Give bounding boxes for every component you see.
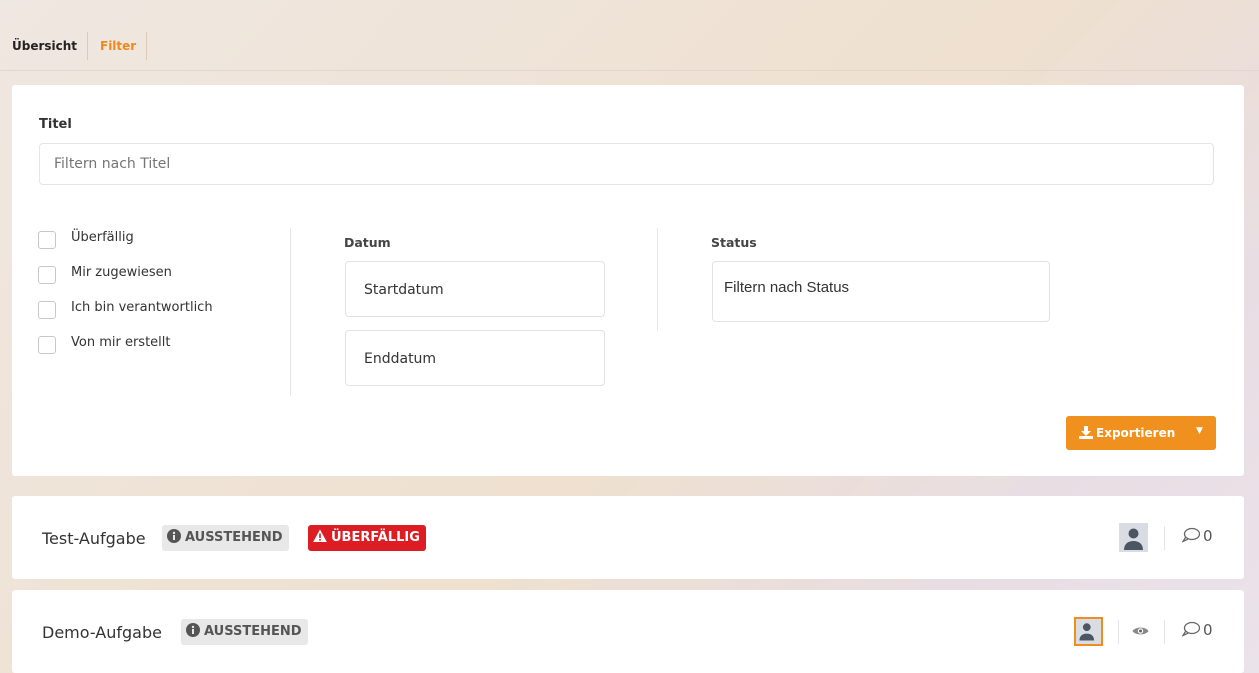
avatar[interactable] <box>1074 617 1103 646</box>
info-icon <box>186 623 200 637</box>
start-date-placeholder: Startdatum <box>364 282 444 298</box>
user-icon <box>1124 528 1143 550</box>
divider <box>290 228 291 396</box>
end-date-placeholder: Enddatum <box>364 351 437 367</box>
title-label: Titel <box>39 117 72 132</box>
divider <box>1164 620 1165 644</box>
info-icon <box>167 529 181 543</box>
eye-icon[interactable] <box>1132 625 1149 637</box>
warning-icon <box>313 529 327 542</box>
status-badge-overdue: ÜBERFÄLLIG <box>308 525 426 551</box>
divider <box>1164 526 1165 550</box>
badge-label: AUSSTEHEND <box>185 530 283 545</box>
avatar[interactable] <box>1119 523 1148 552</box>
task-title[interactable]: Demo-Aufgabe <box>42 623 162 642</box>
comment-count[interactable]: 0 <box>1181 621 1213 639</box>
title-filter-input[interactable] <box>39 143 1214 185</box>
checkbox[interactable] <box>38 231 56 249</box>
comment-icon <box>1181 527 1201 543</box>
checkbox[interactable] <box>38 336 56 354</box>
filter-panel: Titel Überfällig Mir zugewiesen Ich bin … <box>12 85 1244 476</box>
comment-icon <box>1181 621 1201 637</box>
task-row[interactable]: Demo-Aufgabe AUSSTEHEND 0 <box>12 590 1244 673</box>
badge-label: ÜBERFÄLLIG <box>331 530 420 545</box>
comment-count-value: 0 <box>1203 527 1213 545</box>
status-select[interactable]: Filtern nach Status <box>712 261 1050 322</box>
checkbox-label: Ich bin verantwortlich <box>71 300 213 315</box>
divider <box>1118 620 1119 644</box>
end-date-input[interactable]: Enddatum <box>345 330 605 386</box>
comment-count-value: 0 <box>1203 621 1213 639</box>
comment-count[interactable]: 0 <box>1181 527 1213 545</box>
checkbox-label: Überfällig <box>71 230 134 245</box>
tab-filter[interactable]: Filter <box>90 32 148 60</box>
status-badge-pending: AUSSTEHEND <box>181 619 308 645</box>
status-label: Status <box>711 235 757 250</box>
status-placeholder: Filtern nach Status <box>724 279 850 296</box>
status-badge-pending: AUSSTEHEND <box>162 525 289 551</box>
checkbox[interactable] <box>38 301 56 319</box>
checkbox-label: Von mir erstellt <box>71 335 171 350</box>
tab-bar: Übersicht Filter <box>0 0 1259 71</box>
checkbox-label: Mir zugewiesen <box>71 265 172 280</box>
task-row[interactable]: Test-Aufgabe AUSSTEHEND ÜBERFÄLLIG 0 <box>12 496 1244 579</box>
export-button[interactable]: Exportieren ▼ <box>1066 416 1216 450</box>
checkbox[interactable] <box>38 266 56 284</box>
start-date-input[interactable]: Startdatum <box>345 261 605 317</box>
export-label: Exportieren <box>1096 426 1176 440</box>
tab-overview[interactable]: Übersicht <box>2 32 89 60</box>
divider <box>657 228 658 331</box>
task-title[interactable]: Test-Aufgabe <box>42 529 146 548</box>
badge-label: AUSSTEHEND <box>204 624 302 639</box>
user-icon <box>1079 623 1095 641</box>
chevron-down-icon[interactable]: ▼ <box>1196 426 1203 436</box>
download-icon <box>1079 426 1093 439</box>
date-label: Datum <box>344 235 391 250</box>
